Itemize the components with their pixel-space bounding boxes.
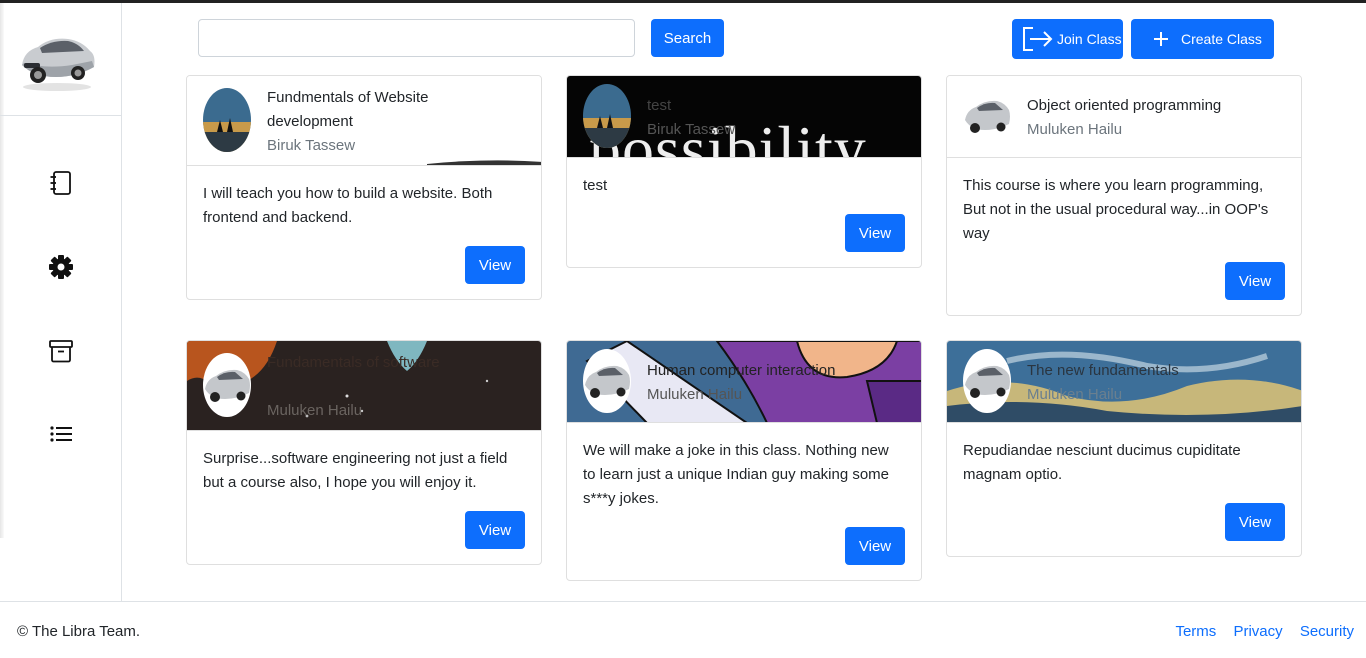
security-link[interactable]: Security <box>1300 623 1354 640</box>
view-button[interactable]: View <box>845 527 905 565</box>
footer: © The Libra Team. Terms Privacy Security <box>0 601 1366 658</box>
join-class-label: Join Class <box>1057 31 1122 47</box>
class-description: test <box>583 177 608 194</box>
card-header: Fundamentals of software Muluken Hailu <box>187 341 541 431</box>
class-title[interactable]: The new fundamentals <box>1027 359 1179 383</box>
footer-links: Terms Privacy Security <box>1162 623 1354 640</box>
class-description: I will teach you how to build a website.… <box>203 185 493 226</box>
avatar <box>583 84 631 148</box>
card-header: possibility test Biruk Tassew <box>567 76 921 158</box>
logo-container <box>0 3 121 116</box>
search-input[interactable] <box>198 19 635 57</box>
view-button[interactable]: View <box>465 511 525 549</box>
terms-link[interactable]: Terms <box>1175 623 1216 640</box>
class-card: Human computer interaction Muluken Hailu… <box>566 340 922 581</box>
class-card: The new fundamentals Muluken Hailu Repud… <box>946 340 1302 557</box>
copyright-text: © The Libra Team. <box>17 623 141 640</box>
card-header: Fundmentals of Website development Biruk… <box>187 76 541 166</box>
class-card: Object oriented programming Muluken Hail… <box>946 75 1302 316</box>
class-description: Repudiandae nesciunt ducimus cupiditate … <box>963 442 1241 483</box>
class-description: Surprise...software engineering not just… <box>203 450 508 491</box>
class-card: Fundamentals of software Muluken Hailu S… <box>186 340 542 565</box>
create-class-label: Create Class <box>1181 31 1262 47</box>
class-teacher: Muluken Hailu <box>1027 121 1123 138</box>
gear-icon[interactable] <box>48 254 74 280</box>
view-button[interactable]: View <box>465 246 525 284</box>
privacy-link[interactable]: Privacy <box>1233 623 1282 640</box>
view-button[interactable]: View <box>845 214 905 252</box>
class-card: possibility test Biruk Tassew test View <box>566 75 922 268</box>
card-header: Human computer interaction Muluken Hailu <box>567 341 921 423</box>
class-title[interactable]: test <box>647 94 671 118</box>
class-teacher: Muluken Hailu <box>267 402 363 419</box>
sidebar <box>0 3 122 601</box>
join-class-button[interactable]: Join Class <box>1012 19 1123 59</box>
card-header: Object oriented programming Muluken Hail… <box>947 76 1301 158</box>
class-teacher: Biruk Tassew <box>647 121 736 138</box>
view-button[interactable]: View <box>1225 503 1285 541</box>
notebook-icon[interactable] <box>48 170 74 196</box>
list-icon[interactable] <box>48 421 74 447</box>
avatar <box>583 349 631 413</box>
avatar <box>203 353 251 417</box>
class-title[interactable]: Human computer interaction <box>647 359 835 383</box>
search-button[interactable]: Search <box>651 19 724 57</box>
class-description: This course is where you learn programmi… <box>963 177 1269 242</box>
plus-icon <box>1154 32 1168 46</box>
class-title[interactable]: Fundamentals of software <box>267 351 440 375</box>
enter-icon <box>1023 27 1053 51</box>
class-teacher: Muluken Hailu <box>1027 386 1123 403</box>
avatar <box>963 88 1011 146</box>
class-teacher: Biruk Tassew <box>267 137 356 154</box>
archive-icon[interactable] <box>48 338 74 364</box>
view-button[interactable]: View <box>1225 262 1285 300</box>
class-title[interactable]: Object oriented programming <box>1027 94 1221 118</box>
car-logo-icon[interactable] <box>16 25 98 95</box>
class-card: Fundmentals of Website development Biruk… <box>186 75 542 300</box>
create-class-button[interactable]: Create Class <box>1131 19 1274 59</box>
avatar <box>203 88 251 152</box>
class-teacher: Muluken Hailu <box>647 386 743 403</box>
class-title[interactable]: Fundmentals of Website development <box>267 86 517 134</box>
top-border <box>0 0 1366 3</box>
card-header: The new fundamentals Muluken Hailu <box>947 341 1301 423</box>
avatar <box>963 349 1011 413</box>
class-description: We will make a joke in this class. Nothi… <box>583 442 890 507</box>
